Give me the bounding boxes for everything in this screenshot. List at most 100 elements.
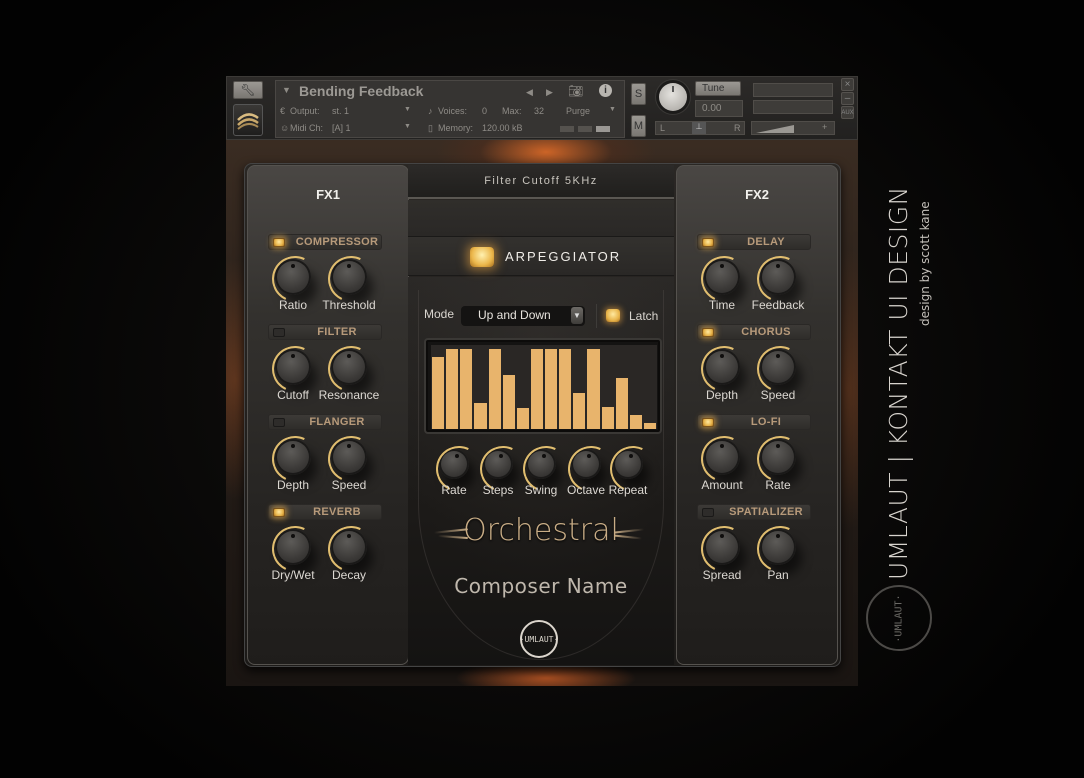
mode-label: Mode — [424, 307, 455, 321]
instrument-logo-button[interactable] — [233, 104, 263, 136]
pan-slider[interactable]: L ⊥ R — [655, 121, 745, 135]
wrench-button[interactable]: 🔧︎ — [233, 81, 263, 99]
mute-button[interactable]: M — [631, 115, 646, 137]
step-bar[interactable] — [474, 402, 487, 429]
camera-icon[interactable]: 📷︎ — [568, 84, 583, 98]
instrument-name[interactable]: Bending Feedback — [299, 83, 423, 99]
knob[interactable] — [704, 259, 740, 295]
step-bar[interactable] — [516, 408, 529, 429]
voices-label: Voices: — [438, 106, 468, 116]
fx-enable-toggle[interactable] — [273, 238, 285, 247]
mode-select[interactable]: Up and Down ▼ — [461, 306, 585, 326]
step-bar[interactable] — [488, 349, 501, 429]
knob-label: Pan — [767, 568, 789, 582]
tune-label: Tune — [695, 81, 741, 96]
arp-knob[interactable] — [526, 449, 556, 479]
next-arrow-icon[interactable]: ▶ — [546, 87, 553, 98]
knob[interactable] — [275, 439, 311, 475]
info-icon[interactable]: i — [599, 84, 612, 97]
side-branding-subtitle: design by scott kane — [918, 201, 932, 326]
step-bar[interactable] — [446, 349, 459, 429]
step-bar[interactable] — [587, 349, 600, 429]
fx-enable-toggle[interactable] — [702, 238, 714, 247]
fx-section-label: LO-FI — [750, 416, 782, 428]
volume-ramp-icon — [756, 125, 794, 133]
knob[interactable] — [275, 349, 311, 385]
name-dropdown-arrow-icon[interactable]: ▼ — [282, 85, 291, 95]
step-bar[interactable] — [643, 422, 656, 429]
step-bar[interactable] — [460, 349, 473, 429]
step-bar[interactable] — [573, 393, 586, 429]
knob-label: Rate — [765, 478, 791, 492]
latch-toggle[interactable] — [606, 309, 620, 322]
arp-knob[interactable] — [483, 449, 513, 479]
load-meter — [560, 126, 574, 132]
knob[interactable] — [760, 349, 796, 385]
level-meter-left — [753, 83, 833, 97]
volume-slider[interactable]: + — [751, 121, 835, 135]
fx-section-header: FLANGER — [268, 414, 382, 430]
step-bar[interactable] — [629, 415, 642, 429]
knob[interactable] — [704, 529, 740, 565]
knob[interactable] — [760, 529, 796, 565]
fx-section-header: SPATIALIZER — [697, 504, 811, 520]
pan-left-label: L — [660, 123, 666, 133]
knob[interactable] — [275, 529, 311, 565]
prev-arrow-icon[interactable]: ◀ — [526, 87, 533, 98]
step-bar[interactable] — [530, 349, 543, 429]
step-bar[interactable] — [601, 407, 614, 429]
pan-handle[interactable]: ⊥ — [692, 122, 706, 134]
step-sequencer-grid[interactable] — [431, 345, 657, 429]
midi-dropdown-icon[interactable]: ▼ — [404, 123, 411, 130]
fx-enable-toggle[interactable] — [702, 418, 714, 427]
arp-knob[interactable] — [571, 449, 601, 479]
knob[interactable] — [704, 349, 740, 385]
step-bar[interactable] — [615, 377, 628, 429]
fx-section-header: COMPRESSOR — [268, 234, 382, 250]
minimize-button[interactable]: – — [841, 92, 854, 105]
fx-section-label: FLANGER — [309, 416, 365, 428]
purge-button[interactable]: Purge — [566, 106, 590, 116]
knob[interactable] — [331, 439, 367, 475]
knob[interactable] — [704, 439, 740, 475]
chevron-down-icon[interactable]: ▼ — [571, 307, 583, 324]
output-value[interactable]: st. 1 — [332, 106, 349, 116]
max-voices-value[interactable]: 32 — [534, 106, 544, 116]
fx-enable-toggle[interactable] — [273, 508, 285, 517]
knob[interactable] — [760, 439, 796, 475]
arp-knob[interactable] — [439, 449, 469, 479]
midi-label: Midi Ch: — [290, 123, 324, 133]
output-dropdown-icon[interactable]: ▼ — [404, 106, 411, 113]
step-bar[interactable] — [545, 349, 558, 429]
tune-value[interactable]: 0.00 — [695, 100, 743, 117]
solo-button[interactable]: S — [631, 83, 646, 105]
fx2-panel: FX2 DELAY Time Feedback CHORUS Depth Speed LO-… — [676, 165, 838, 665]
midi-value[interactable]: [A] 1 — [332, 123, 351, 133]
level-meter-right — [753, 100, 833, 114]
fx1-panel: FX1 COMPRESSOR Ratio Threshold FILTER Cutoff… — [247, 165, 409, 665]
fx-enable-toggle[interactable] — [702, 328, 714, 337]
fx-enable-toggle[interactable] — [273, 418, 285, 427]
knob[interactable] — [331, 259, 367, 295]
knob[interactable] — [331, 529, 367, 565]
step-bar[interactable] — [432, 357, 445, 429]
arpeggiator-toggle[interactable] — [470, 247, 494, 267]
fx-section-header: CHORUS — [697, 324, 811, 340]
purge-dropdown-icon[interactable]: ▼ — [609, 106, 616, 113]
arp-knob[interactable] — [613, 449, 643, 479]
knob[interactable] — [760, 259, 796, 295]
arpeggiator-header: ARPEGGIATOR — [408, 236, 674, 276]
step-bar[interactable] — [559, 349, 572, 429]
mode-select-value: Up and Down — [478, 308, 551, 322]
close-button[interactable]: × — [841, 78, 854, 91]
fx-enable-toggle[interactable] — [702, 508, 714, 517]
knob[interactable] — [331, 349, 367, 385]
tune-knob[interactable] — [659, 83, 687, 111]
side-branding-title: UMLAUT | KONTAKT UI DESIGN — [884, 186, 913, 580]
fx-enable-toggle[interactable] — [273, 328, 285, 337]
side-umlaut-logo: ·UMLAUT· — [866, 585, 932, 651]
arp-knob-label: Repeat — [608, 483, 648, 497]
aux-button[interactable]: AUX — [841, 106, 854, 119]
knob[interactable] — [275, 259, 311, 295]
step-bar[interactable] — [502, 374, 515, 429]
